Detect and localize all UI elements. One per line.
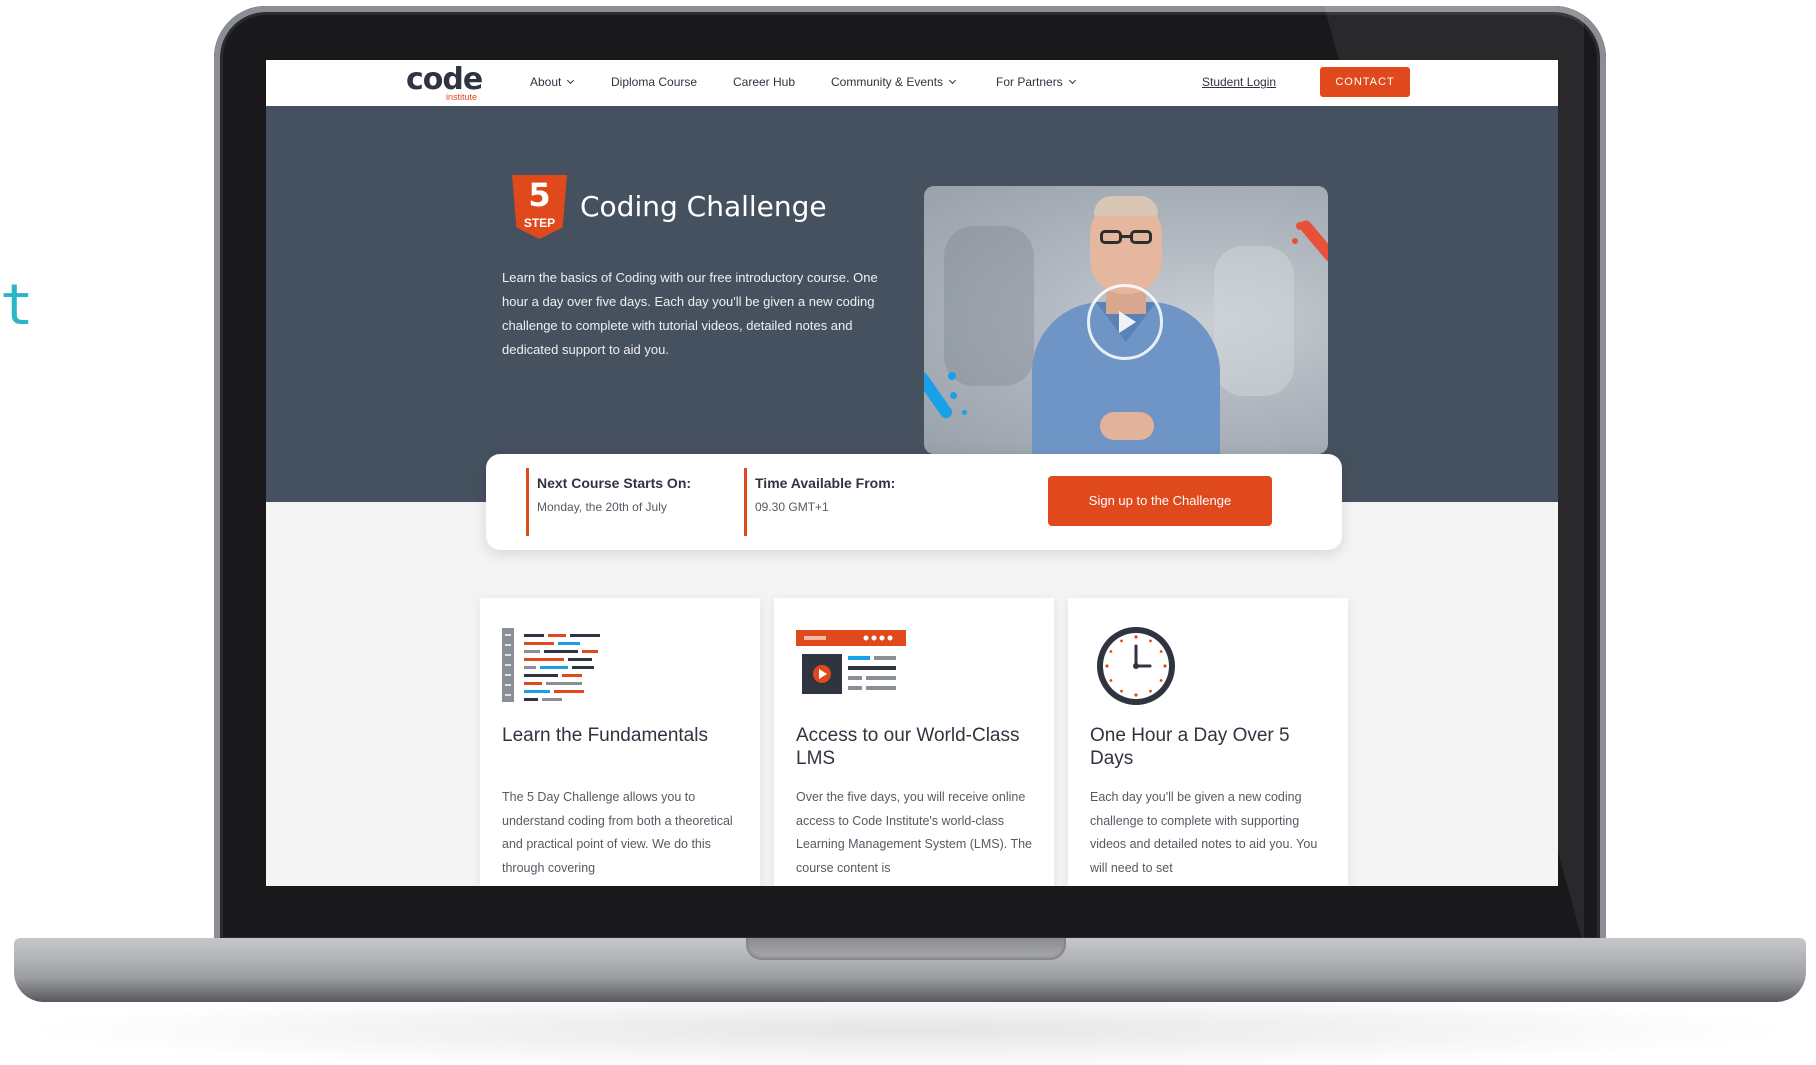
card-body: Each day you'll be given a new coding ch… — [1090, 790, 1318, 875]
video-background-blur — [1214, 246, 1294, 396]
course-start-info: Next Course Starts On: Monday, the 20th … — [526, 468, 691, 536]
course-start-value: Monday, the 20th of July — [537, 500, 667, 514]
card-body: Over the five days, you will receive onl… — [796, 790, 1032, 875]
card-title: Learn the Fundamentals — [502, 725, 708, 746]
card-body: The 5 Day Challenge allows you to unders… — [502, 790, 733, 875]
nav-item-for-partners[interactable]: For Partners — [996, 75, 1076, 89]
five-step-badge: 5 STEP — [512, 175, 567, 239]
laptop-opening-notch — [746, 938, 1066, 960]
student-login-link[interactable]: Student Login — [1202, 75, 1276, 89]
badge-label: STEP — [523, 216, 556, 230]
feature-card-one-hour: One Hour a Day Over 5 Days Each day you'… — [1068, 598, 1348, 886]
chevron-down-icon — [1068, 76, 1076, 85]
time-available-info: Time Available From: 09.30 GMT+1 — [744, 468, 895, 536]
page-title: Coding Challenge — [580, 190, 827, 223]
chevron-down-icon — [949, 76, 957, 85]
lms-video-icon — [796, 630, 906, 694]
hero-description: Learn the basics of Coding with our free… — [502, 270, 878, 357]
card-title: Access to our World-Class LMS — [796, 725, 1020, 769]
decorative-blue-dot — [950, 392, 957, 399]
feature-card-lms: Access to our World-Class LMS Over the f… — [774, 598, 1054, 886]
nav-item-label: Diploma Course — [611, 75, 698, 89]
hero-section: 5 STEP Coding Challenge Learn the basics… — [266, 106, 1558, 502]
course-start-label: Next Course Starts On: — [537, 475, 692, 491]
decorative-blue-dot — [962, 410, 967, 415]
nav-item-community-events[interactable]: Community & Events — [831, 75, 957, 89]
laptop-mockup-scene: t code institute About Diploma Course Ca… — [0, 0, 1816, 1065]
video-background-blur — [944, 226, 1034, 386]
time-available-value: 09.30 GMT+1 — [755, 500, 829, 514]
course-info-bar: Next Course Starts On: Monday, the 20th … — [486, 454, 1342, 550]
badge-number: 5 — [528, 176, 551, 214]
contact-button[interactable]: CONTACT — [1320, 67, 1410, 97]
code-institute-logo[interactable]: code institute — [406, 62, 496, 106]
feature-card-fundamentals: Learn the Fundamentals The 5 Day Challen… — [480, 598, 760, 886]
presenter-glasses — [1130, 230, 1152, 244]
clock-icon — [1097, 627, 1175, 705]
nav-item-label: Career Hub — [733, 75, 796, 89]
nav-item-label: Community & Events — [831, 75, 944, 89]
stray-glyph: t — [0, 273, 34, 338]
play-triangle-icon — [1119, 311, 1136, 333]
time-available-label: Time Available From: — [755, 475, 896, 491]
nav-item-label: About — [530, 75, 562, 89]
presenter-glasses — [1100, 230, 1122, 244]
decorative-red-dot — [1296, 222, 1304, 230]
intro-video-player[interactable] — [924, 186, 1328, 454]
nav-item-diploma-course[interactable]: Diploma Course — [611, 75, 697, 89]
laptop-screen: code institute About Diploma Course Care… — [266, 60, 1558, 886]
card-title: One Hour a Day Over 5 Days — [1090, 725, 1290, 769]
nav-item-about[interactable]: About — [530, 75, 575, 89]
code-editor-icon — [502, 628, 600, 702]
decorative-red-dot — [1292, 238, 1298, 244]
decorative-blue-dot — [948, 372, 956, 380]
logo-subtext: institute — [446, 92, 478, 102]
presenter-hair — [1094, 196, 1158, 216]
chevron-down-icon — [567, 76, 575, 85]
nav-item-career-hub[interactable]: Career Hub — [733, 75, 795, 89]
signup-challenge-button[interactable]: Sign up to the Challenge — [1048, 476, 1272, 526]
nav-item-label: For Partners — [996, 75, 1063, 89]
top-navbar: code institute About Diploma Course Care… — [266, 60, 1558, 106]
presenter-glasses — [1121, 235, 1131, 238]
presenter-hands — [1100, 412, 1154, 440]
